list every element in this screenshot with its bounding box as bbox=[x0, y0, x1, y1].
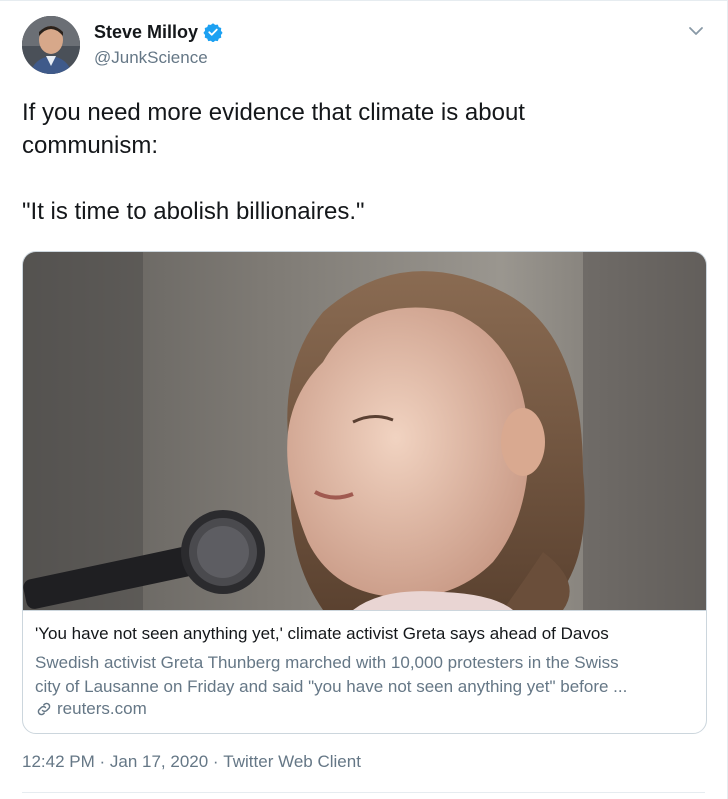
card-divider bbox=[23, 610, 706, 611]
tweet-time[interactable]: 12:42 PM bbox=[22, 752, 95, 772]
top-divider bbox=[0, 0, 728, 1]
author-name[interactable]: Steve Milloy bbox=[94, 22, 198, 43]
card-image bbox=[23, 252, 706, 610]
chevron-down-icon[interactable] bbox=[688, 25, 704, 37]
card-description: Swedish activist Greta Thunberg marched … bbox=[35, 651, 697, 699]
card-domain-text: reuters.com bbox=[57, 699, 147, 718]
tweet-text-line: communism: bbox=[22, 132, 159, 159]
tweet-date[interactable]: Jan 17, 2020 bbox=[110, 752, 208, 772]
verified-badge-icon bbox=[203, 23, 223, 42]
author-handle[interactable]: @JunkScience bbox=[94, 48, 208, 68]
link-card[interactable]: 'You have not seen anything yet,' climat… bbox=[22, 251, 707, 734]
tweet-text: If you need more evidence that climate i… bbox=[22, 96, 682, 228]
tweet: Steve Milloy @JunkScience If you need mo… bbox=[0, 0, 728, 799]
card-description-line: city of Lausanne on Friday and said "you… bbox=[35, 677, 628, 696]
tweet-text-line: If you need more evidence that climate i… bbox=[22, 99, 525, 126]
meta-separator: · bbox=[94, 752, 110, 771]
card-title[interactable]: 'You have not seen anything yet,' climat… bbox=[35, 624, 609, 644]
meta-separator: · bbox=[208, 752, 224, 771]
tweet-meta: 12:42 PM · Jan 17, 2020 · Twitter Web Cl… bbox=[22, 752, 361, 772]
avatar[interactable] bbox=[22, 16, 80, 74]
bottom-divider bbox=[22, 792, 705, 793]
tweet-client[interactable]: Twitter Web Client bbox=[223, 752, 361, 772]
link-icon bbox=[37, 702, 51, 716]
tweet-text-quote: "It is time to abolish billionaires." bbox=[22, 198, 365, 225]
card-description-line: Swedish activist Greta Thunberg marched … bbox=[35, 653, 619, 672]
card-domain[interactable]: reuters.com bbox=[35, 698, 147, 720]
